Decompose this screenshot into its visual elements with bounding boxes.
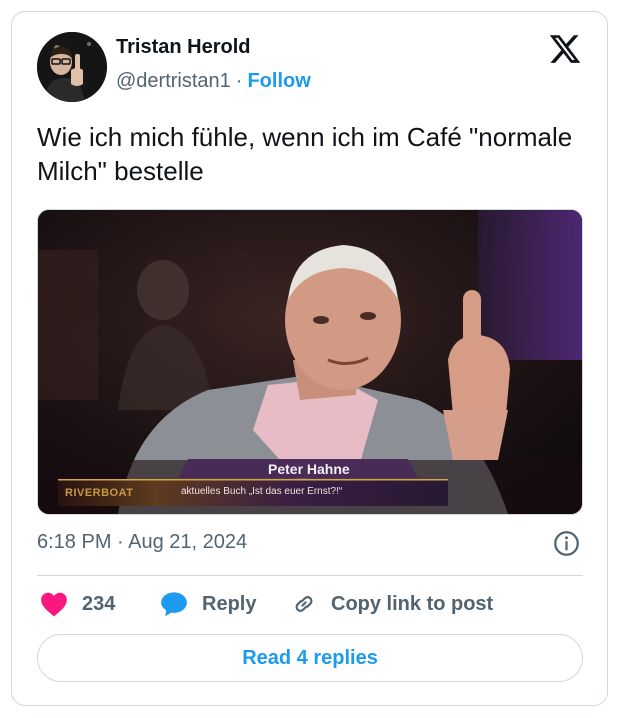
follow-button[interactable]: Follow bbox=[247, 70, 310, 92]
link-icon bbox=[295, 596, 313, 612]
read-replies-button[interactable]: Read 4 replies bbox=[37, 634, 583, 682]
lower-third-name: Peter Hahne bbox=[268, 461, 350, 477]
info-icon[interactable] bbox=[553, 530, 580, 557]
divider bbox=[37, 575, 583, 576]
tweet-text: Wie ich mich fühle, wenn ich im Café "no… bbox=[37, 122, 573, 186]
copy-link-button[interactable]: Copy link to post bbox=[291, 588, 493, 620]
reply-button[interactable]: Reply bbox=[160, 588, 256, 620]
reply-bubble-icon bbox=[161, 592, 187, 617]
copy-link-label: Copy link to post bbox=[331, 592, 494, 615]
show-logo: RIVERBOAT bbox=[65, 487, 134, 499]
tweet-timestamp[interactable]: 6:18 PM · Aug 21, 2024 bbox=[37, 531, 247, 554]
author-handle-row: @dertristan1 · Follow bbox=[116, 70, 311, 93]
like-count: 234 bbox=[82, 592, 116, 615]
tweet-media[interactable]: Peter Hahne aktuelles Buch „Ist das euer… bbox=[37, 209, 583, 515]
reply-label: Reply bbox=[202, 592, 257, 615]
avatar-image bbox=[37, 32, 107, 102]
heart-icon bbox=[41, 592, 67, 617]
author-handle[interactable]: @dertristan1 bbox=[116, 70, 231, 92]
author-name[interactable]: Tristan Herold bbox=[116, 36, 250, 59]
x-logo-icon[interactable] bbox=[548, 32, 582, 66]
like-button[interactable]: 234 bbox=[40, 588, 115, 620]
handle-separator: · bbox=[235, 70, 243, 92]
avatar[interactable] bbox=[37, 32, 107, 102]
lower-third-subtitle: aktuelles Buch „Ist das euer Ernst?!“ bbox=[181, 486, 343, 497]
